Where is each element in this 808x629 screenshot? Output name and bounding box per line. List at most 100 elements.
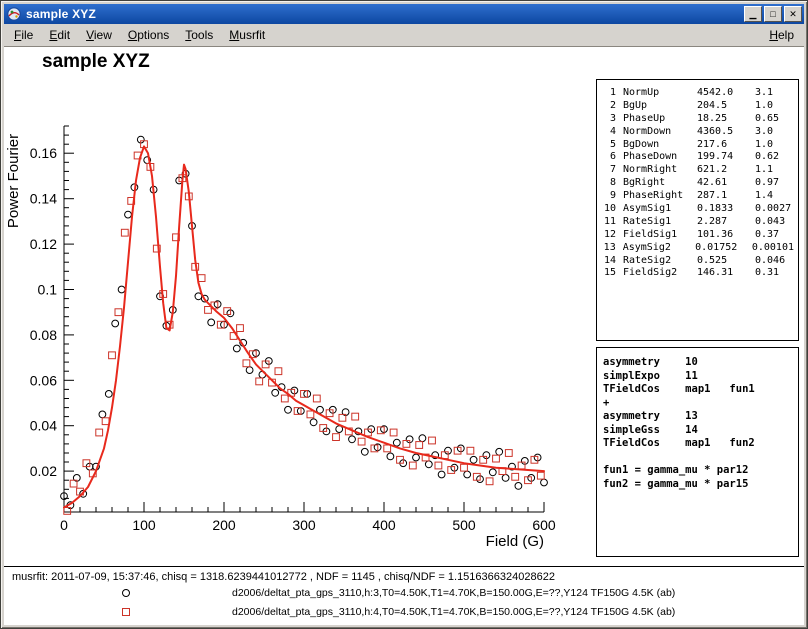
param-pn: 15	[603, 267, 616, 280]
param-row: 11RateSig12.2870.043	[603, 216, 794, 229]
param-pn: 12	[603, 229, 616, 242]
param-perr: 1.0	[755, 139, 794, 152]
param-pval: 2.287	[697, 216, 755, 229]
param-row: 13AsymSig20.017520.00101	[603, 242, 794, 255]
param-row: 8BgRight42.610.97	[603, 177, 794, 190]
param-pval: 0.1833	[697, 203, 755, 216]
param-pn: 8	[603, 177, 616, 190]
svg-text:0.16: 0.16	[30, 145, 57, 161]
param-row: 9PhaseRight287.11.4	[603, 190, 794, 203]
parameter-pave[interactable]: 1NormUp4542.03.12BgUp204.51.03PhaseUp18.…	[596, 79, 799, 341]
param-row: 12FieldSig1101.360.37	[603, 229, 794, 242]
param-perr: 0.00101	[752, 242, 794, 255]
param-pname: AsymSig2	[623, 242, 695, 255]
param-pval: 18.25	[697, 113, 755, 126]
legend-row: d2006/deltat_pta_gps_3110,h:4,T0=4.50K,T…	[4, 603, 804, 622]
param-pn: 3	[603, 113, 616, 126]
theory-line: TFieldCos map1 fun2	[603, 437, 792, 451]
svg-text:600: 600	[532, 517, 556, 533]
param-pname: BgDown	[623, 139, 697, 152]
theory-line: simplExpo 11	[603, 370, 792, 384]
menubar-right: Help	[761, 25, 802, 45]
param-pn: 1	[603, 87, 616, 100]
svg-text:400: 400	[372, 517, 396, 533]
param-pname: NormDown	[623, 126, 697, 139]
plot-title: sample XYZ	[42, 51, 150, 73]
svg-text:300: 300	[292, 517, 316, 533]
svg-text:0: 0	[60, 517, 68, 533]
param-pn: 7	[603, 164, 616, 177]
param-pname: RateSig2	[623, 255, 697, 268]
param-pname: BgRight	[623, 177, 697, 190]
param-box-rows: 1NormUp4542.03.12BgUp204.51.03PhaseUp18.…	[603, 87, 794, 280]
theory-line: fun2 = gamma_mu * par15	[603, 478, 792, 492]
param-row: 7NormRight621.21.1	[603, 164, 794, 177]
svg-text:200: 200	[212, 517, 236, 533]
param-pn: 14	[603, 255, 616, 268]
titlebar[interactable]: sample XYZ ▁□✕	[4, 4, 804, 24]
param-row: 1NormUp4542.03.1	[603, 87, 794, 100]
param-pname: PhaseRight	[623, 190, 697, 203]
param-pval: 287.1	[697, 190, 755, 203]
param-row: 15 FieldSig2146.310.31	[603, 267, 794, 280]
param-perr: 0.97	[755, 177, 794, 190]
theory-pave[interactable]: asymmetry 10simplExpo 11TFieldCos map1 f…	[596, 347, 799, 557]
minimize-button[interactable]: ▁	[744, 6, 762, 22]
param-pname: NormUp	[623, 87, 697, 100]
theory-line: simpleGss 14	[603, 424, 792, 438]
param-pn: 2	[603, 100, 616, 113]
param-pname: FieldSig2	[623, 267, 697, 280]
square-marker-icon	[122, 608, 130, 616]
root-canvas[interactable]: sample XYZ 0 100 200 300 400 500 600 0.02 0.04 0.…	[4, 47, 804, 625]
svg-text:0.04: 0.04	[30, 418, 57, 434]
svg-text:100: 100	[132, 517, 156, 533]
plot-svg[interactable]: 01002003004005006000.020.040.060.080.10.…	[4, 94, 574, 564]
param-row: 5BgDown217.61.0	[603, 139, 794, 152]
param-row: 10AsymSig10.18330.0027	[603, 203, 794, 216]
close-button[interactable]: ✕	[784, 6, 802, 22]
svg-text:0.02: 0.02	[30, 463, 57, 479]
param-pname: RateSig1	[623, 216, 697, 229]
param-pval: 204.5	[697, 100, 755, 113]
window-controls: ▁ □✕	[742, 6, 802, 22]
svg-text:500: 500	[452, 517, 476, 533]
theory-line: +	[603, 397, 792, 411]
param-perr: 1.0	[755, 100, 794, 113]
svg-text:0.08: 0.08	[30, 327, 57, 343]
theory-line: fun1 = gamma_mu * par12	[603, 464, 792, 478]
menu-item-view[interactable]: View	[78, 25, 120, 45]
param-pname: FieldSig1	[623, 229, 697, 242]
app-window: sample XYZ ▁ □✕ FileEditViewOptionsToolsM…	[0, 0, 808, 629]
svg-text:Field (G): Field (G)	[486, 533, 544, 550]
param-pname: PhaseUp	[623, 113, 697, 126]
param-pname: NormRight	[623, 164, 697, 177]
param-pval: 199.74	[697, 151, 755, 164]
param-pn: 5	[603, 139, 616, 152]
param-pval: 4542.0	[697, 87, 755, 100]
menu-item-musrfit[interactable]: Musrfit	[221, 25, 273, 45]
param-pname: BgUp	[623, 100, 697, 113]
param-perr: 1.1	[755, 164, 794, 177]
circle-marker-icon	[122, 589, 130, 597]
maximize-button[interactable]: □	[764, 6, 782, 22]
theory-line: asymmetry 10	[603, 356, 792, 370]
menu-item-tools[interactable]: Tools	[177, 25, 221, 45]
svg-text:Power Fourier: Power Fourier	[5, 134, 22, 228]
param-pn: 9	[603, 190, 616, 203]
menu-item-help[interactable]: Help	[761, 25, 802, 45]
param-pname: AsymSig1	[623, 203, 697, 216]
menu-item-options[interactable]: Options	[120, 25, 177, 45]
theory-line: TFieldCos map1 fun1	[603, 383, 792, 397]
param-row: 14RateSig20.5250.046	[603, 255, 794, 268]
legend: d2006/deltat_pta_gps_3110,h:3,T0=4.50K,T…	[4, 584, 804, 622]
menubar-left: FileEditViewOptionsToolsMusrfit	[6, 25, 273, 45]
menu-item-file[interactable]: File	[6, 25, 41, 45]
menu-item-edit[interactable]: Edit	[41, 25, 78, 45]
minimize-icon: ▁	[750, 10, 757, 19]
param-pn: 11	[603, 216, 616, 229]
param-perr: 0.31	[755, 267, 794, 280]
theory-line: asymmetry 13	[603, 410, 792, 424]
param-pval: 146.31	[697, 267, 755, 280]
svg-text:0.1: 0.1	[38, 282, 58, 298]
app-icon[interactable]	[6, 6, 22, 22]
